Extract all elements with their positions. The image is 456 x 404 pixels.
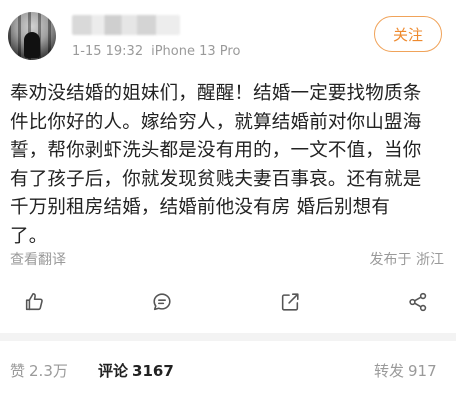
comments-count: 3167 — [132, 362, 174, 380]
comment-icon — [153, 293, 171, 311]
post-text-line: 奉劝没结婚的姐妹们，醒醒！结婚一定要找物质条 — [10, 83, 422, 104]
more-share-button[interactable] — [402, 286, 434, 318]
post-meta: 1-15 19:32 iPhone 13 Pro — [72, 44, 240, 59]
username-blurred[interactable] — [72, 15, 180, 35]
post-text-line: 件比你好的人。嫁给穷人，就算结婚前对你山盟海 — [10, 111, 422, 133]
like-icon — [25, 292, 43, 311]
reposts-label: 转发 — [374, 362, 405, 380]
post-text-line: 誓，帮你剥虾洗头都是没有用的，一文不值，当你 — [10, 140, 422, 161]
post-text-line: 有了孩子后，你就发现贫贱夫妻百事哀。还有就是 — [10, 168, 422, 190]
post-timestamp: 1-15 19:32 — [72, 44, 144, 59]
published-location: 发布于 浙江 — [369, 252, 444, 268]
reposts-tab[interactable]: 转发 917 — [374, 360, 437, 381]
post-body: 奉劝没结婚的姐妹们，醒醒！结婚一定要找物质条 件比你好的人。嫁给穷人，就算结婚前… — [10, 80, 450, 251]
likes-label: 赞 — [10, 362, 26, 380]
reposts-count: 917 — [408, 362, 437, 380]
translate-link[interactable]: 查看翻译 — [10, 249, 66, 269]
follow-button[interactable]: 关注 — [374, 16, 442, 52]
share-button[interactable] — [274, 286, 306, 318]
stats-bar: 赞 2.3万 评论 3167 转发 917 — [0, 360, 456, 388]
section-divider — [0, 333, 456, 341]
more-share-icon — [409, 292, 427, 312]
comment-button[interactable] — [146, 286, 178, 318]
post-text-line: 了。 — [10, 225, 48, 247]
avatar[interactable] — [8, 12, 56, 60]
likes-count: 2.3万 — [29, 362, 68, 380]
action-bar — [0, 286, 456, 318]
post-device: iPhone 13 Pro — [151, 44, 241, 59]
likes-tab[interactable]: 赞 2.3万 — [10, 360, 68, 381]
like-button[interactable] — [18, 286, 50, 318]
post-text-line: 千万别租房结婚，结婚前他没有房 婚后别想有 — [10, 197, 391, 218]
avatar-figure — [24, 32, 40, 58]
comments-tab[interactable]: 评论 3167 — [98, 360, 174, 381]
comments-label: 评论 — [98, 362, 129, 380]
share-icon — [281, 293, 299, 311]
